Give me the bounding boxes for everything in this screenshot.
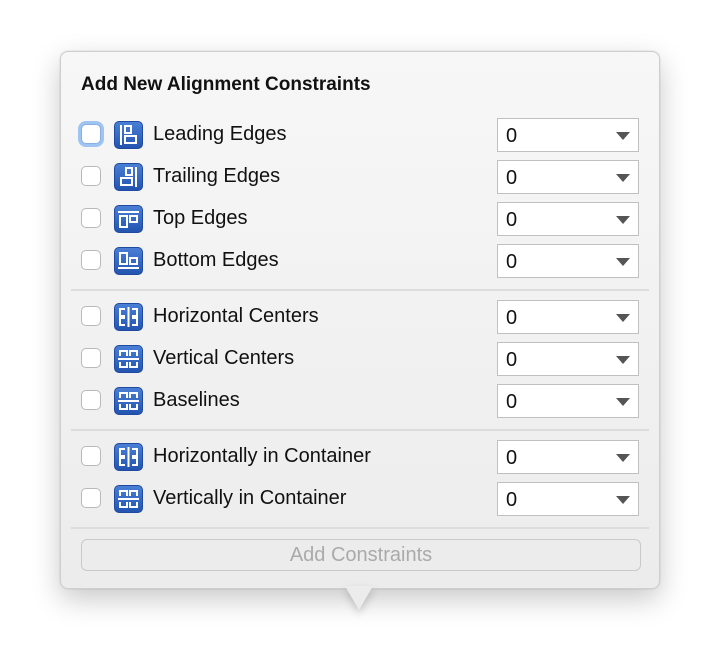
- select-value: 0: [506, 209, 518, 231]
- top-edges-checkbox[interactable]: [81, 208, 101, 228]
- trailing-edges-constant-select[interactable]: 0: [497, 160, 639, 194]
- constraint-row-vertical-centers: Vertical Centers 0: [61, 341, 661, 377]
- chevron-down-icon: [616, 258, 630, 266]
- popover-arrow: [345, 586, 373, 610]
- constraint-label: Vertical Centers: [153, 347, 295, 369]
- select-value: 0: [506, 251, 518, 273]
- alignment-constraints-popover: Add New Alignment Constraints Leading Ed…: [60, 51, 660, 589]
- constraint-row-vertically-in-container: Vertically in Container 0: [61, 481, 661, 517]
- constraint-label: Horizontal Centers: [153, 305, 319, 327]
- constraint-label: Bottom Edges: [153, 249, 279, 271]
- chevron-down-icon: [616, 174, 630, 182]
- constraint-label: Vertically in Container: [153, 487, 347, 509]
- select-value: 0: [506, 447, 518, 469]
- chevron-down-icon: [616, 314, 630, 322]
- constraint-row-trailing-edges: Trailing Edges 0: [61, 159, 661, 195]
- top-edges-icon: [114, 205, 143, 233]
- select-value: 0: [506, 125, 518, 147]
- vertical-centers-checkbox[interactable]: [81, 348, 101, 368]
- bottom-edges-constant-select[interactable]: 0: [497, 244, 639, 278]
- baselines-icon: [114, 387, 143, 415]
- horizontal-centers-constant-select[interactable]: 0: [497, 300, 639, 334]
- chevron-down-icon: [616, 496, 630, 504]
- add-constraints-button[interactable]: Add Constraints: [81, 539, 641, 571]
- horizontal-centers-icon: [114, 303, 143, 331]
- constraint-row-horizontal-centers: Horizontal Centers 0: [61, 299, 661, 335]
- horizontal-centers-checkbox[interactable]: [81, 306, 101, 326]
- popover-title: Add New Alignment Constraints: [81, 74, 371, 95]
- select-value: 0: [506, 307, 518, 329]
- select-value: 0: [506, 167, 518, 189]
- baselines-checkbox[interactable]: [81, 390, 101, 410]
- leading-edges-checkbox[interactable]: [81, 124, 101, 144]
- select-value: 0: [506, 349, 518, 371]
- horizontally-in-container-checkbox[interactable]: [81, 446, 101, 466]
- trailing-edges-icon: [114, 163, 143, 191]
- constraint-row-horizontally-in-container: Horizontally in Container 0: [61, 439, 661, 475]
- constraint-label: Leading Edges: [153, 123, 287, 145]
- vertical-centers-constant-select[interactable]: 0: [497, 342, 639, 376]
- chevron-down-icon: [616, 356, 630, 364]
- leading-edges-constant-select[interactable]: 0: [497, 118, 639, 152]
- trailing-edges-checkbox[interactable]: [81, 166, 101, 186]
- chevron-down-icon: [616, 398, 630, 406]
- constraint-label: Trailing Edges: [153, 165, 281, 187]
- vertical-centers-icon: [114, 345, 143, 373]
- bottom-edges-icon: [114, 247, 143, 275]
- baselines-constant-select[interactable]: 0: [497, 384, 639, 418]
- vertical-centers-icon: [114, 485, 143, 513]
- bottom-edges-checkbox[interactable]: [81, 250, 101, 270]
- vertically-in-container-checkbox[interactable]: [81, 488, 101, 508]
- constraint-label: Horizontally in Container: [153, 445, 371, 467]
- constraint-row-leading-edges: Leading Edges 0: [61, 117, 661, 153]
- vertically-in-container-constant-select[interactable]: 0: [497, 482, 639, 516]
- section-divider: [71, 289, 649, 291]
- constraint-row-top-edges: Top Edges 0: [61, 201, 661, 237]
- constraint-row-baselines: Baselines 0: [61, 383, 661, 419]
- constraint-label: Baselines: [153, 389, 240, 411]
- select-value: 0: [506, 391, 518, 413]
- constraint-row-bottom-edges: Bottom Edges 0: [61, 243, 661, 279]
- top-edges-constant-select[interactable]: 0: [497, 202, 639, 236]
- chevron-down-icon: [616, 216, 630, 224]
- horizontal-centers-icon: [114, 443, 143, 471]
- section-divider: [71, 429, 649, 431]
- select-value: 0: [506, 489, 518, 511]
- constraint-label: Top Edges: [153, 207, 248, 229]
- chevron-down-icon: [616, 454, 630, 462]
- section-divider: [71, 527, 649, 529]
- horizontally-in-container-constant-select[interactable]: 0: [497, 440, 639, 474]
- leading-edges-icon: [114, 121, 143, 149]
- chevron-down-icon: [616, 132, 630, 140]
